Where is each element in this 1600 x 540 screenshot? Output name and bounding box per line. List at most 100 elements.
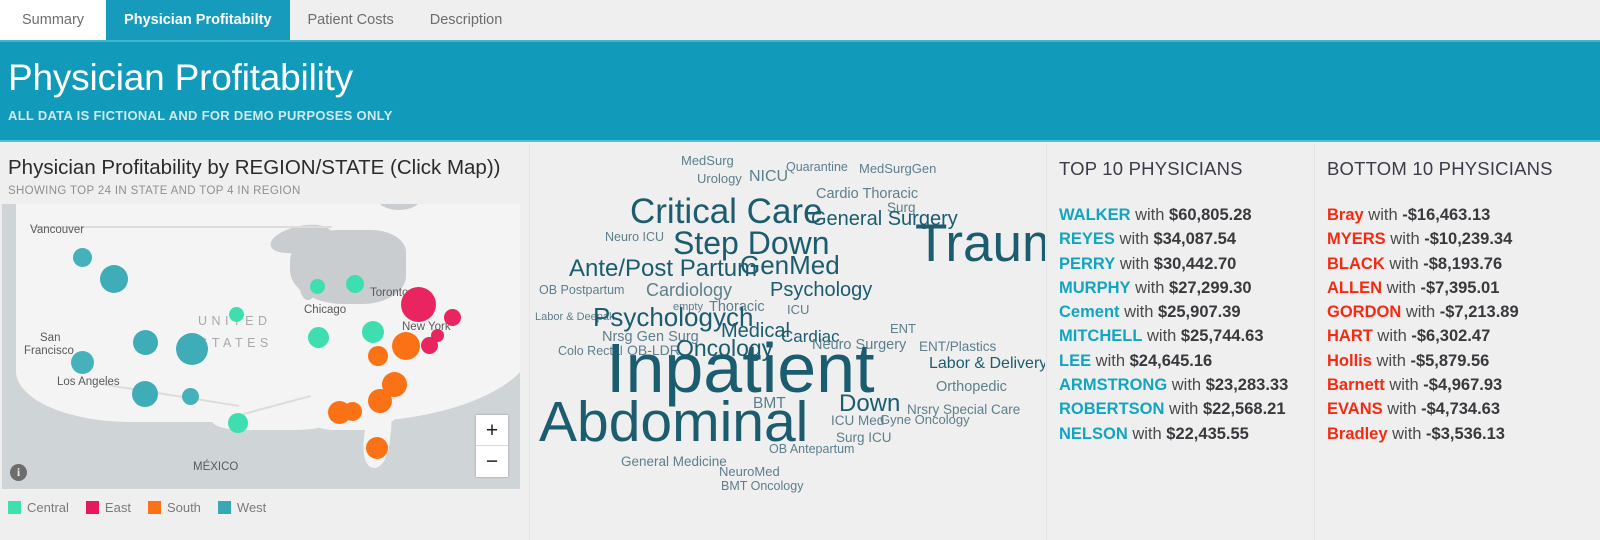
word-cloud-term[interactable]: OB Antepartum (769, 443, 854, 456)
physician-row[interactable]: Bradley with -$3,536.13 (1327, 422, 1519, 446)
main-content: Physician Profitability by REGION/STATE … (0, 144, 1600, 540)
physician-connector: with (1371, 351, 1411, 370)
physician-row[interactable]: MYERS with -$10,239.34 (1327, 227, 1519, 251)
map-bubble-south[interactable] (392, 332, 420, 360)
region-bubble-map[interactable]: Vancouver San Francisco Los Angeles Chicago T… (2, 204, 520, 489)
map-bubble-west[interactable] (176, 333, 208, 365)
physician-row[interactable]: ARMSTRONG with $23,283.33 (1059, 373, 1288, 397)
word-cloud-term[interactable]: OB Postpartum (539, 284, 624, 297)
word-cloud-term[interactable]: Neuro ICU (605, 231, 664, 244)
physician-row[interactable]: GORDON with -$7,213.89 (1327, 300, 1519, 324)
tab-physician-profitabilty[interactable]: Physician Profitabilty (106, 0, 290, 40)
map-bubble-west[interactable] (70, 350, 94, 374)
word-cloud-term[interactable]: BMT Oncology (721, 480, 803, 493)
physician-row[interactable]: WALKER with $60,805.28 (1059, 203, 1288, 227)
physician-row[interactable]: NELSON with $22,435.55 (1059, 422, 1288, 446)
map-bubble-central[interactable] (307, 326, 329, 348)
page-subtitle: ALL DATA IS FICTIONAL AND FOR DEMO PURPO… (8, 107, 393, 123)
map-bubble-west[interactable] (132, 329, 158, 355)
map-bubble-central[interactable] (362, 321, 384, 343)
word-cloud-term[interactable]: Orthopedic (936, 380, 1007, 395)
map-legend: Central East South West (8, 500, 266, 515)
physician-row[interactable]: PERRY with $30,442.70 (1059, 252, 1288, 276)
physician-row[interactable]: MURPHY with $27,299.30 (1059, 276, 1288, 300)
physician-row[interactable]: LEE with $24,645.16 (1059, 349, 1288, 373)
word-cloud-term[interactable]: Psychology (770, 280, 872, 300)
legend-item-south[interactable]: South (147, 500, 201, 515)
map-bubble-east[interactable] (420, 336, 438, 354)
physician-connector: with (1401, 303, 1440, 322)
tab-patient-costs[interactable]: Patient Costs (290, 0, 412, 40)
physician-row[interactable]: MITCHELL with $25,744.63 (1059, 324, 1288, 348)
map-bubble-central[interactable] (309, 278, 325, 294)
map-bubble-south[interactable] (368, 389, 392, 413)
physician-value: $27,299.30 (1169, 278, 1252, 297)
map-bubble-east[interactable] (400, 286, 436, 322)
map-bubble-central[interactable] (228, 413, 248, 433)
physician-row[interactable]: Hollis with -$5,879.56 (1327, 349, 1519, 373)
page-title: Physician Profitability (8, 57, 353, 98)
physician-name: MITCHELL (1059, 327, 1143, 346)
word-cloud-term[interactable]: ICU (787, 303, 809, 316)
legend-item-east[interactable]: East (85, 500, 131, 515)
zoom-out-button[interactable]: − (476, 446, 508, 477)
physician-connector: with (1119, 303, 1159, 322)
physician-row[interactable]: ROBERTSON with $22,568.21 (1059, 397, 1288, 421)
info-icon[interactable]: i (10, 464, 27, 481)
physician-row[interactable]: Barnett with -$4,967.93 (1327, 373, 1519, 397)
physician-row[interactable]: Cement with $25,907.39 (1059, 300, 1288, 324)
word-cloud-term[interactable]: NeuroMed (719, 465, 780, 478)
map-bubble-east[interactable] (443, 308, 461, 326)
word-cloud-term[interactable]: GenMed (740, 252, 840, 278)
map-bubble-central[interactable] (346, 275, 364, 293)
word-cloud-term[interactable]: Labor & Delivery (929, 356, 1045, 372)
physician-row[interactable]: EVANS with -$4,734.63 (1327, 397, 1519, 421)
word-cloud-term[interactable]: MedSurgGen (859, 162, 936, 175)
legend-item-west[interactable]: West (217, 500, 266, 515)
tab-summary[interactable]: Summary (0, 0, 107, 40)
word-cloud-term[interactable]: Trauma (915, 217, 1045, 270)
word-cloud-term[interactable]: Cardiology (646, 281, 732, 299)
word-cloud-term[interactable]: NICU (749, 169, 788, 185)
specialty-word-cloud[interactable]: MedSurg Urology NICU Quarantine MedSurgGen Ca… (531, 144, 1045, 540)
map-bubble-west[interactable] (132, 381, 158, 407)
word-cloud-term[interactable]: General Medicine (621, 455, 727, 469)
word-cloud-term[interactable]: Critical Care (630, 194, 823, 229)
map-bubble-west[interactable] (100, 265, 128, 293)
legend-label: Central (27, 500, 69, 515)
physician-name: Cement (1059, 303, 1120, 322)
word-cloud-term[interactable]: Urology (697, 172, 742, 185)
legend-item-central[interactable]: Central (8, 500, 69, 515)
map-bubble-central[interactable] (228, 306, 244, 322)
top-physicians-panel: TOP 10 PHYSICIANS WALKER with $60,805.28… (1046, 144, 1314, 540)
map-bubble-south[interactable] (327, 400, 351, 424)
word-cloud-term[interactable]: MedSurg (681, 154, 734, 167)
map-bubble-west[interactable] (72, 247, 92, 267)
word-cloud-term[interactable]: ENT/Plastics (919, 340, 996, 354)
legend-swatch-south (147, 501, 161, 514)
physician-row[interactable]: HART with -$6,302.47 (1327, 324, 1519, 348)
word-cloud-term[interactable]: Gyne Oncology (880, 413, 970, 426)
word-cloud-term[interactable]: ICU Med (831, 414, 884, 428)
map-bubble-west[interactable] (181, 387, 199, 405)
map-city-label: Chicago (304, 304, 347, 316)
word-cloud-term[interactable]: Quarantine (786, 161, 848, 174)
map-country-label: STATES (199, 336, 273, 350)
physician-value: $25,744.63 (1180, 327, 1264, 346)
physician-row[interactable]: REYES with $34,087.54 (1059, 227, 1288, 251)
physician-row[interactable]: Bray with -$16,463.13 (1327, 203, 1519, 227)
word-cloud-term[interactable]: Abdominal (539, 394, 808, 451)
physician-row[interactable]: ALLEN with -$7,395.01 (1327, 276, 1519, 300)
map-bubble-south[interactable] (366, 437, 388, 459)
legend-swatch-central (8, 501, 21, 514)
tab-description[interactable]: Description (412, 0, 521, 40)
physician-value: -$10,239.34 (1424, 230, 1513, 249)
physician-connector: with (1363, 206, 1403, 224)
word-cloud-term[interactable]: ENT (890, 322, 916, 335)
physician-name: ROBERTSON (1059, 400, 1165, 419)
page-banner: Physician Profitability ALL DATA IS FICT… (0, 40, 1600, 142)
zoom-in-button[interactable]: + (476, 415, 508, 446)
word-cloud-term[interactable]: Ante/Post Partum (569, 257, 757, 281)
physician-row[interactable]: BLACK with -$8,193.76 (1327, 252, 1519, 276)
map-bubble-south[interactable] (368, 346, 388, 366)
